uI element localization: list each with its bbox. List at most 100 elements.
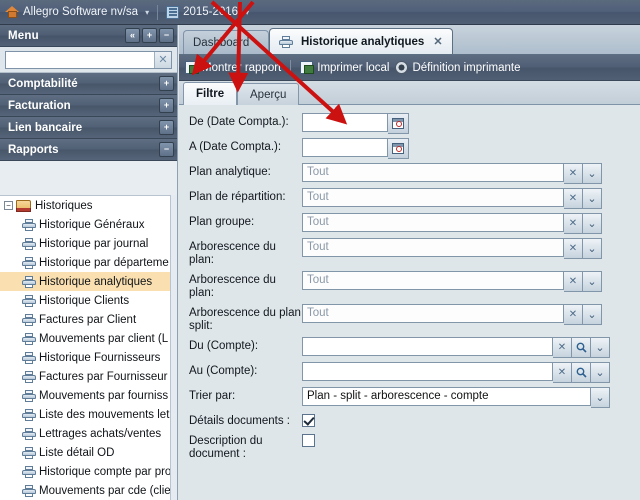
- tab-apercu[interactable]: Aperçu: [237, 83, 300, 105]
- chevron-down-icon[interactable]: ⌄: [591, 362, 610, 383]
- tab-historique-analytiques[interactable]: Historique analytiques ✕: [269, 28, 453, 54]
- printer-icon: [22, 427, 36, 440]
- chevron-down-icon[interactable]: ⌄: [583, 271, 602, 292]
- tab-filtre[interactable]: Filtre: [183, 82, 238, 105]
- tree-item-label: Historique Clients: [39, 294, 130, 307]
- text-input[interactable]: Tout: [302, 188, 564, 207]
- tree-item-label: Historique Fournisseurs: [39, 351, 161, 364]
- sidebar-section-0[interactable]: Comptabilité +: [0, 73, 177, 95]
- sidebar-section-1[interactable]: Facturation +: [0, 95, 177, 117]
- clear-icon[interactable]: ✕: [553, 337, 572, 358]
- clear-icon[interactable]: ✕: [564, 213, 583, 234]
- sub-tab-label: Aperçu: [250, 88, 287, 101]
- form-row: Trier par: Plan - split - arborescence - …: [189, 387, 640, 408]
- tree-item[interactable]: Lettrages achats/ventes: [0, 424, 170, 443]
- tree-item[interactable]: Historique Généraux: [0, 215, 170, 234]
- report-tree: − Historiques Historique Généraux Historiqu…: [0, 195, 170, 500]
- clear-icon[interactable]: ✕: [564, 163, 583, 184]
- tree-item[interactable]: Historique par journal: [0, 234, 170, 253]
- chevron-down-icon[interactable]: ⌄: [583, 213, 602, 234]
- expand-icon[interactable]: +: [159, 76, 174, 91]
- sidebar-expand-all-button[interactable]: +: [142, 28, 157, 43]
- form-row: Au (Compte): ✕ ⌄: [189, 362, 640, 383]
- close-icon[interactable]: ✕: [433, 35, 442, 48]
- collapse-icon[interactable]: −: [159, 142, 174, 157]
- text-input[interactable]: [302, 113, 388, 132]
- tree-item[interactable]: Historique Fournisseurs: [0, 348, 170, 367]
- text-input[interactable]: [302, 337, 553, 356]
- tree-item-label: Historiques: [35, 199, 93, 212]
- tree-item[interactable]: Historique Clients: [0, 291, 170, 310]
- clear-icon[interactable]: ✕: [154, 52, 171, 68]
- chevron-down-icon: ▾: [245, 7, 250, 17]
- field-control: Tout ✕ ⌄: [302, 163, 602, 184]
- expand-icon[interactable]: +: [159, 98, 174, 113]
- tree-item[interactable]: Mouvements par fourniss: [0, 386, 170, 405]
- tree-item-label: Liste des mouvements let: [39, 408, 170, 421]
- text-input[interactable]: Tout: [302, 304, 564, 323]
- printer-definition-button[interactable]: Définition imprimante: [395, 61, 521, 74]
- tree-item[interactable]: Mouvements par cde (clie: [0, 481, 170, 500]
- text-input[interactable]: [302, 138, 388, 157]
- text-input[interactable]: Plan - split - arborescence - compte: [302, 387, 591, 406]
- tree-item[interactable]: Mouvements par client (L: [0, 329, 170, 348]
- clear-icon[interactable]: ✕: [564, 238, 583, 259]
- sidebar: Menu « + − ✕ Comptabilité + Facturation + Li…: [0, 25, 178, 500]
- text-input[interactable]: Tout: [302, 213, 564, 232]
- text-input[interactable]: Tout: [302, 238, 564, 257]
- field-label: Arborescence du plan split:: [189, 307, 301, 332]
- tree-item-label: Historique compte par pro: [39, 465, 170, 478]
- clear-icon[interactable]: ✕: [564, 188, 583, 209]
- form-row: Plan groupe: Tout ✕ ⌄: [189, 213, 640, 234]
- field-control: ✕ ⌄: [302, 337, 610, 358]
- tree-item[interactable]: Historique analytiques: [0, 272, 170, 291]
- chevron-down-icon[interactable]: ⌄: [591, 387, 610, 408]
- printer-icon: [22, 484, 36, 497]
- expand-icon[interactable]: +: [159, 120, 174, 135]
- collapse-icon[interactable]: −: [4, 201, 13, 210]
- tree-item[interactable]: Factures par Fournisseur: [0, 367, 170, 386]
- show-report-button[interactable]: Montrer rapport: [185, 61, 281, 74]
- tree-item[interactable]: − Historiques: [0, 196, 170, 215]
- clear-icon[interactable]: ✕: [564, 304, 583, 325]
- text-input[interactable]: [302, 362, 553, 381]
- sidebar-section-2[interactable]: Lien bancaire +: [0, 117, 177, 139]
- tree-item[interactable]: Liste des mouvements let: [0, 405, 170, 424]
- form-row: Arborescence du plan split: Tout ✕ ⌄: [189, 304, 640, 333]
- company-name: Allegro Software nv/sa: [23, 6, 139, 18]
- search-icon[interactable]: [572, 362, 591, 383]
- main-panel: Dashboard Historique analytiques ✕ Montr…: [179, 25, 640, 500]
- text-input[interactable]: Tout: [302, 163, 564, 182]
- search-box[interactable]: ✕: [5, 51, 172, 69]
- tree-scrollbar[interactable]: [170, 195, 177, 500]
- company-selector[interactable]: Allegro Software nv/sa ▾: [5, 5, 149, 19]
- checkbox[interactable]: [302, 414, 315, 427]
- clear-icon[interactable]: ✕: [553, 362, 572, 383]
- tree-item[interactable]: Liste détail OD: [0, 443, 170, 462]
- search-icon[interactable]: [572, 337, 591, 358]
- report-toolbar: Montrer rapport Imprimer local Définitio…: [179, 55, 640, 81]
- period-selector[interactable]: 2015-2016 ▾: [166, 5, 250, 19]
- sub-tab-strip: Filtre Aperçu: [179, 81, 640, 105]
- chevron-down-icon[interactable]: ⌄: [583, 163, 602, 184]
- tree-item[interactable]: Historique compte par pro: [0, 462, 170, 481]
- text-input[interactable]: Tout: [302, 271, 564, 290]
- print-local-button[interactable]: Imprimer local: [300, 61, 389, 74]
- sidebar-collapse-button[interactable]: «: [125, 28, 140, 43]
- sidebar-section-3[interactable]: Rapports −: [0, 139, 177, 161]
- chevron-down-icon[interactable]: ⌄: [583, 304, 602, 325]
- calendar-button[interactable]: [388, 138, 409, 159]
- chevron-down-icon[interactable]: ⌄: [591, 337, 610, 358]
- search-input[interactable]: [6, 52, 154, 68]
- tree-item[interactable]: Historique par départeme: [0, 253, 170, 272]
- printer-icon: [279, 35, 293, 48]
- tab-dashboard[interactable]: Dashboard: [183, 30, 269, 54]
- printer-icon: [22, 389, 36, 402]
- chevron-down-icon[interactable]: ⌄: [583, 188, 602, 209]
- calendar-button[interactable]: [388, 113, 409, 134]
- clear-icon[interactable]: ✕: [564, 271, 583, 292]
- chevron-down-icon[interactable]: ⌄: [583, 238, 602, 259]
- checkbox[interactable]: [302, 434, 315, 447]
- sidebar-collapse-all-button[interactable]: −: [159, 28, 174, 43]
- tree-item[interactable]: Factures par Client: [0, 310, 170, 329]
